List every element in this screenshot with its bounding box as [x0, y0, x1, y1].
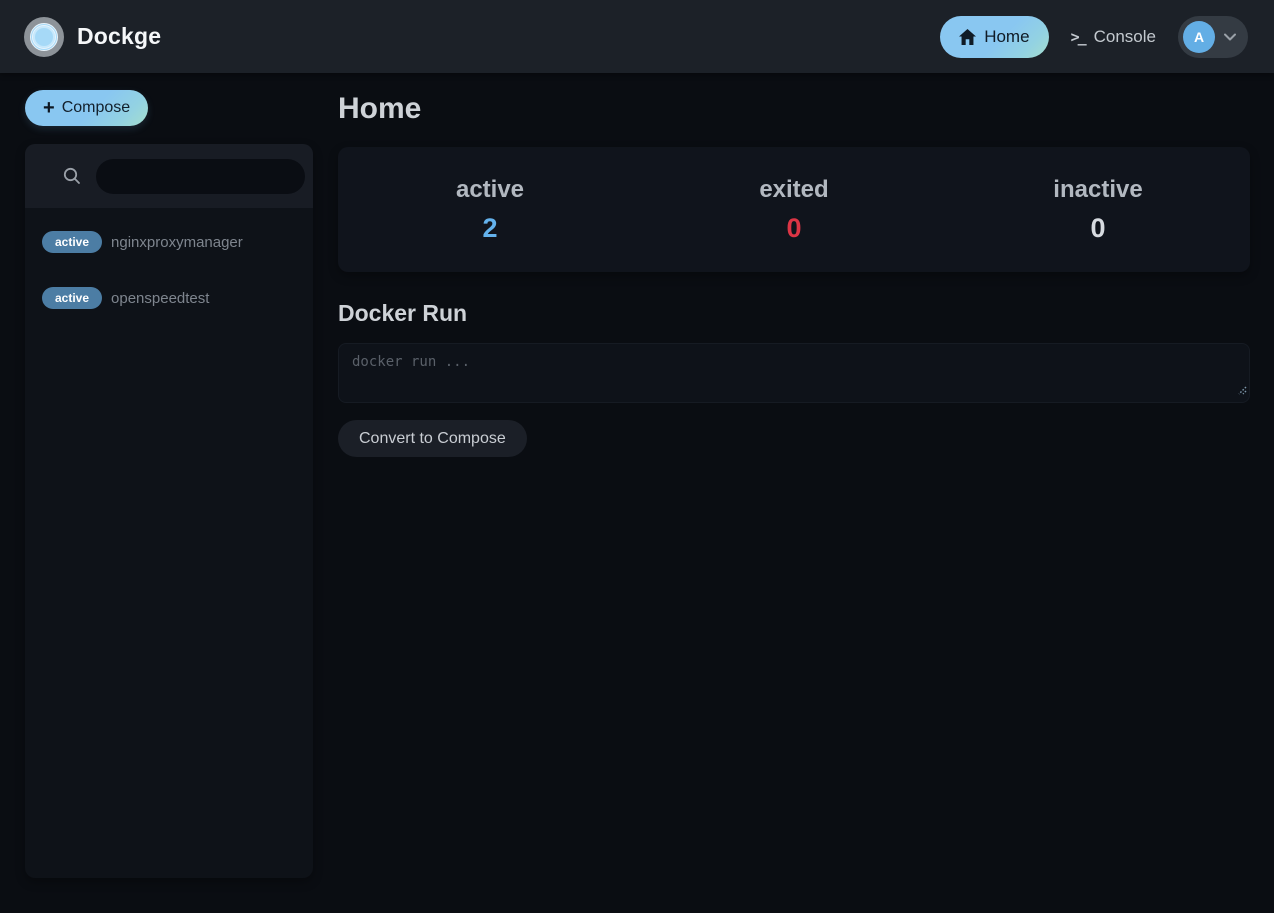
dockge-logo-icon	[24, 16, 64, 57]
stack-name: openspeedtest	[111, 289, 210, 307]
home-button-label: Home	[984, 26, 1030, 46]
sidebar: + Compose active nginxproxymanager activ…	[0, 73, 313, 913]
stat-inactive: inactive 0	[946, 176, 1250, 244]
stat-label: active	[455, 175, 525, 203]
stat-exited: exited 0	[642, 176, 946, 244]
stat-label: exited	[759, 175, 829, 203]
navbar-right-group: Home >_ Console A	[940, 15, 1248, 58]
stat-value: 0	[786, 212, 802, 243]
docker-run-title: Docker Run	[338, 300, 468, 326]
stack-name: nginxproxymanager	[111, 233, 243, 251]
avatar: A	[1183, 20, 1215, 53]
page-title: Home	[338, 92, 422, 125]
stat-value: 0	[1090, 212, 1106, 243]
chevron-down-icon	[1224, 33, 1236, 41]
stats-card: active 2 exited 0 inactive 0	[338, 147, 1250, 272]
search-icon	[63, 167, 81, 185]
stack-item-openspeedtest[interactable]: active openspeedtest	[25, 278, 313, 318]
stack-list: active nginxproxymanager active openspee…	[25, 208, 313, 348]
stack-list-panel: active nginxproxymanager active openspee…	[25, 144, 313, 878]
stat-active: active 2	[338, 176, 642, 244]
stat-value: 2	[482, 212, 498, 243]
content-area: + Compose active nginxproxymanager activ…	[0, 73, 1274, 913]
console-button[interactable]: >_ Console	[1071, 27, 1156, 47]
status-badge: active	[42, 231, 103, 253]
home-icon	[959, 28, 977, 45]
console-button-label: Console	[1093, 26, 1156, 46]
search-bar	[25, 144, 313, 208]
plus-icon: +	[43, 97, 55, 119]
home-button[interactable]: Home	[940, 15, 1049, 58]
convert-to-compose-button[interactable]: Convert to Compose	[338, 420, 527, 457]
stat-label: inactive	[1053, 175, 1143, 203]
user-menu-button[interactable]: A	[1178, 15, 1248, 58]
docker-run-wrap	[338, 343, 1250, 403]
terminal-icon: >_	[1070, 27, 1087, 46]
main-content: Home active 2 exited 0 inactive 0 Docker…	[313, 73, 1274, 913]
search-input[interactable]	[96, 158, 305, 194]
stack-item-nginxproxymanager[interactable]: active nginxproxymanager	[25, 222, 313, 262]
docker-run-input[interactable]	[338, 343, 1250, 403]
compose-button[interactable]: + Compose	[25, 90, 149, 126]
brand-title: Dockge	[77, 23, 162, 49]
compose-button-label: Compose	[61, 99, 131, 116]
navbar: Dockge Home >_ Console A	[0, 0, 1274, 73]
dockge-logo-swirl	[30, 22, 58, 51]
status-badge: active	[42, 287, 103, 309]
